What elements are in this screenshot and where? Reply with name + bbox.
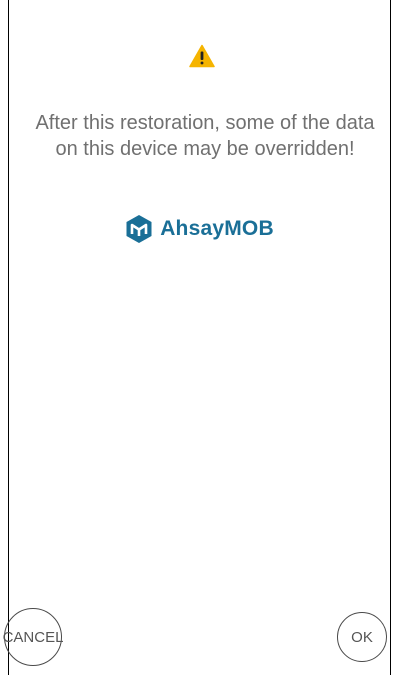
ok-button[interactable]: OK: [337, 612, 387, 662]
warning-triangle-icon: [189, 44, 215, 68]
ahsay-logo-icon: [126, 215, 152, 243]
restore-warning-message: After this restoration, some of the data…: [35, 112, 375, 160]
left-frame-border: [8, 0, 9, 675]
brand-lockup: AhsayMOB: [0, 212, 398, 246]
right-frame-border: [390, 0, 391, 675]
cancel-button[interactable]: CANCEL: [3, 608, 63, 666]
restore-confirmation-screen: After this restoration, some of the data…: [0, 0, 398, 675]
brand-name: AhsayMOB: [160, 217, 274, 240]
